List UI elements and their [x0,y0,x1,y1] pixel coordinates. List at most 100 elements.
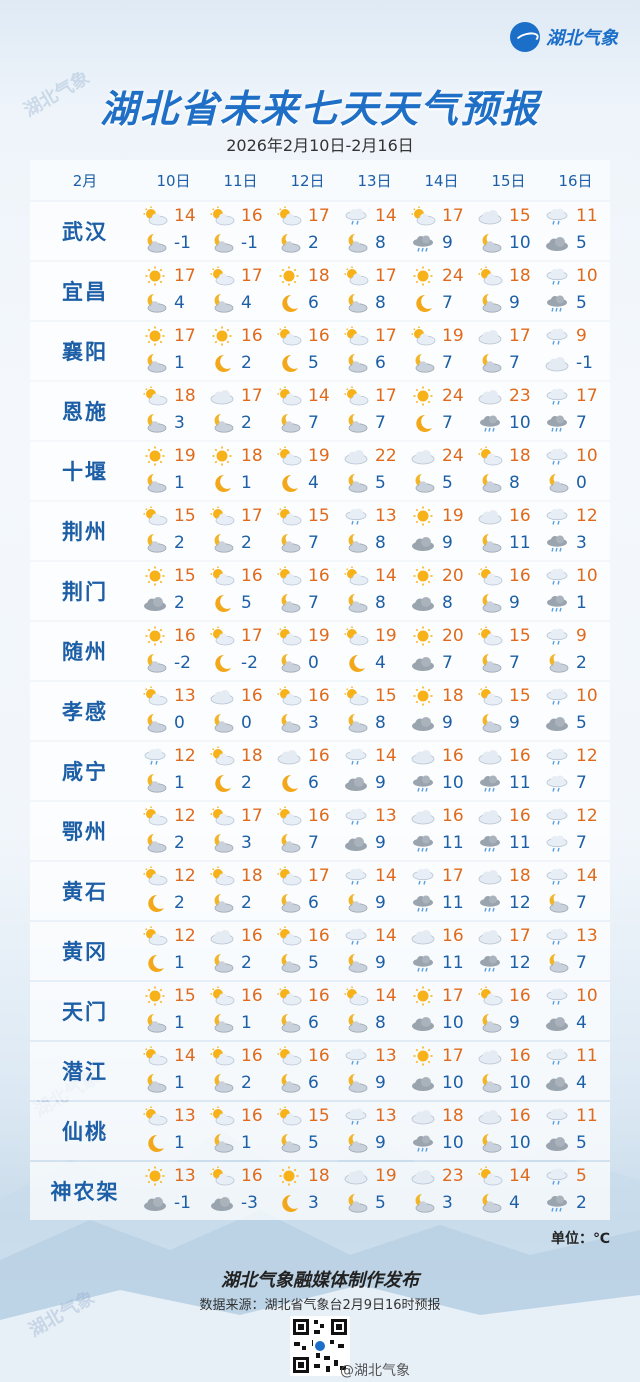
high-temp: 17 [442,866,464,886]
high-temp: 16 [442,926,464,946]
partly-cloudy-day-icon [277,566,302,586]
cloudy-night-icon [348,534,368,553]
forecast-cell: 10 5 [542,682,609,740]
high-temp: 17 [442,1046,464,1066]
high-temp: 13 [174,686,196,706]
rain-cloud-icon [413,1135,433,1152]
table-row: 武汉 14 -1 16 -1 17 2 14 8 17 9 15 10 11 5 [30,202,610,260]
forecast-cell: 16 6 [274,1042,341,1100]
high-temp: 18 [308,266,330,286]
high-temp: 10 [576,566,598,586]
light-rain-icon [546,775,568,792]
low-temp: 5 [308,353,319,373]
low-temp: 9 [509,293,520,313]
sunny-icon [212,446,232,466]
partly-cloudy-day-icon [277,1106,302,1126]
low-temp: 3 [442,1193,453,1213]
light-rain-icon [546,808,568,825]
forecast-cell: 17 4 [207,262,274,320]
low-temp: 8 [375,233,386,253]
forecast-cell: 18 8 [475,442,542,500]
high-temp: 17 [509,926,531,946]
high-temp: 14 [576,866,598,886]
high-temp: 17 [375,326,397,346]
moon-icon [215,474,231,492]
forecast-cell: 18 9 [475,262,542,320]
cloudy-night-icon [281,594,301,613]
high-temp: 18 [241,866,263,886]
cloudy-night-icon [281,834,301,853]
high-temp: 16 [308,566,330,586]
forecast-cell: 9 -1 [542,322,609,380]
forecast-cell: 17 6 [274,862,341,920]
city-name: 仙桃 [62,1120,108,1144]
low-temp: 6 [308,1013,319,1033]
forecast-cell: 16 11 [475,802,542,860]
table-row: 仙桃 13 1 16 1 15 5 13 9 18 10 16 10 11 5 [30,1102,610,1160]
forecast-cell: 17 2 [274,202,341,260]
partly-cloudy-day-icon [210,986,235,1006]
forecast-cell: 20 8 [408,562,475,620]
low-temp: 4 [308,473,319,493]
light-rain-icon [546,868,568,885]
rain-cloud-icon [480,775,500,792]
moon-icon [416,414,432,432]
footer-title: 湖北气象融媒体制作发布 [221,1270,419,1291]
forecast-cell: 14 7 [274,382,341,440]
cloudy-icon [411,450,435,465]
cloudy-night-icon [147,654,167,673]
overcast-icon [546,1137,568,1151]
low-temp: 9 [442,233,453,253]
forecast-cell: 15 5 [274,1102,341,1160]
moon-icon [148,894,164,912]
high-temp: 16 [308,1046,330,1066]
cloudy-night-icon [482,474,502,493]
forecast-cell: 19 0 [274,622,341,680]
city-name: 天门 [62,1000,108,1024]
forecast-poster: 湖北气象 湖北气象 湖北气象 湖北气象 湖北省未来七天天气预报 2026年2月1… [0,0,640,1382]
high-temp: 16 [308,926,330,946]
overcast-icon [546,237,568,251]
high-temp: 15 [174,986,196,1006]
low-temp: 7 [576,953,587,973]
partly-cloudy-day-icon [344,686,369,706]
high-temp: 14 [509,1166,531,1186]
weibo-handle: @湖北气象 [340,1363,410,1379]
partly-cloudy-day-icon [210,206,235,226]
table-row: 襄阳 17 1 16 2 16 5 17 6 19 7 17 7 9 -1 [30,322,610,380]
cloudy-night-icon [214,234,234,253]
month-label: 2月 [72,171,98,190]
rain-cloud-icon [413,955,433,972]
high-temp: 23 [509,386,531,406]
sunny-icon [413,566,433,586]
partly-cloudy-day-icon [277,1046,302,1066]
city-name: 咸宁 [62,760,108,784]
low-temp: 5 [576,293,587,313]
high-temp: 15 [308,506,330,526]
high-temp: 13 [174,1166,196,1186]
forecast-cell: 16 11 [408,922,475,980]
forecast-cell: 17 6 [341,322,408,380]
rain-cloud-icon [480,415,500,432]
forecast-cell: 12 7 [542,742,609,800]
sunny-icon [212,326,232,346]
rain-cloud-icon [413,835,433,852]
low-temp: 9 [442,713,453,733]
high-temp: 17 [308,866,330,886]
low-temp: 2 [174,893,185,913]
date-range: 2026年2月10日-2月16日 [226,136,414,155]
cloudy-night-icon [348,894,368,913]
low-temp: 4 [174,293,185,313]
low-temp: 3 [308,1193,319,1213]
cloudy-icon [210,930,234,945]
forecast-cell: 14 1 [140,1042,207,1100]
high-temp: 19 [174,446,196,466]
table-row: 十堰 19 1 18 1 19 4 22 5 24 5 18 8 10 0 [30,442,610,500]
high-temp: 12 [174,806,196,826]
light-rain-icon [345,508,367,525]
cloudy-icon [277,750,301,765]
low-temp: 11 [442,953,464,973]
forecast-cell: 10 4 [542,982,609,1040]
city-name: 随州 [62,640,108,664]
overcast-icon [546,1017,568,1031]
